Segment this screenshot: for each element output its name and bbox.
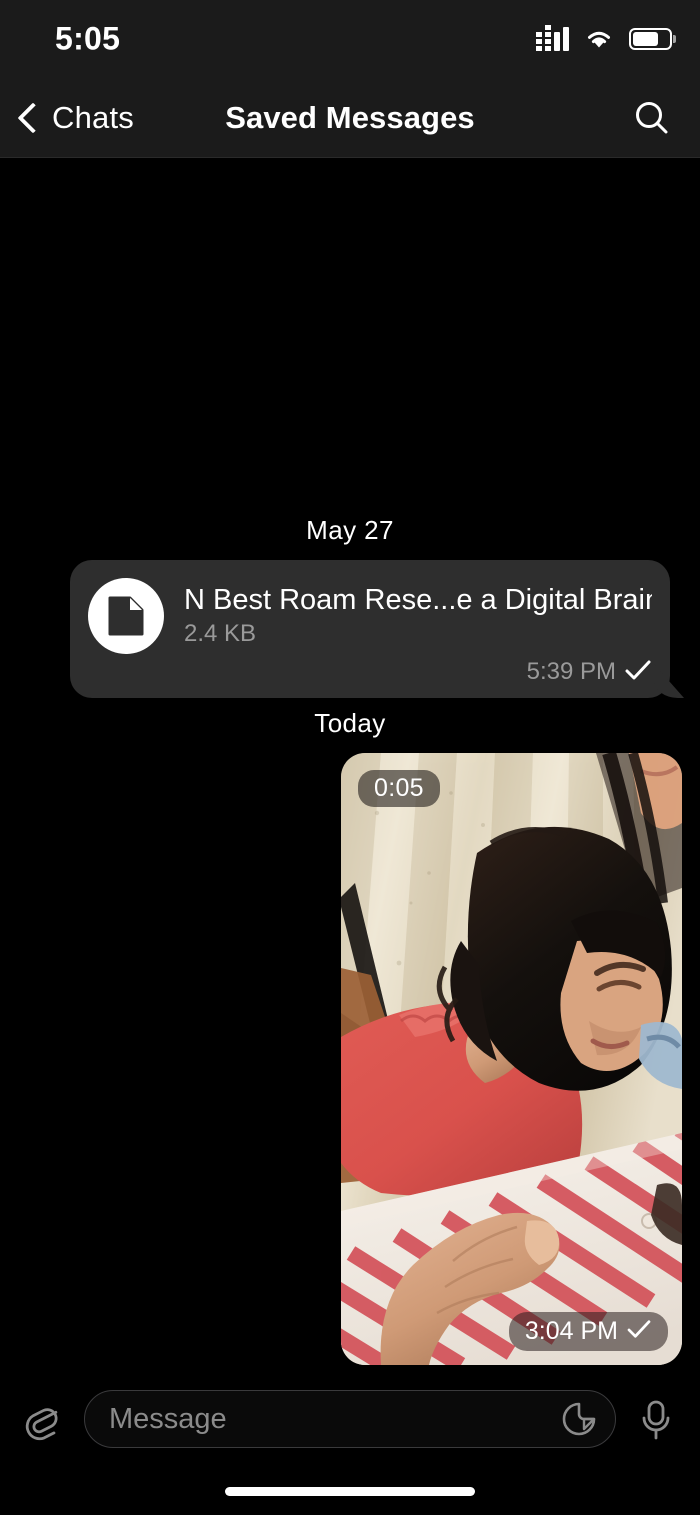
date-separator-1: May 27	[306, 515, 394, 545]
cellular-signal-icon	[536, 25, 569, 51]
status-icons	[536, 25, 672, 51]
video-duration-badge: 0:05	[358, 770, 440, 807]
video-timestamp-badge: 3:04 PM	[508, 1312, 668, 1351]
file-message-footer: 5:39 PM	[88, 658, 652, 686]
document-glyph-icon	[108, 596, 144, 636]
search-icon	[636, 101, 668, 133]
voice-message-button[interactable]	[630, 1393, 682, 1445]
home-indicator-area	[0, 1465, 700, 1515]
file-message-bubble[interactable]: N Best Roam Rese...e a Digital Brain.txt…	[70, 560, 670, 698]
search-button[interactable]	[630, 96, 674, 140]
video-thumbnail	[341, 753, 682, 1365]
battery-icon	[629, 28, 672, 50]
attach-button[interactable]	[18, 1393, 70, 1445]
video-message-bubble[interactable]: 0:05 3:04 PM	[341, 753, 682, 1365]
date-separator-2: Today	[314, 708, 386, 738]
status-bar: 5:05	[0, 0, 700, 78]
file-details: N Best Roam Rese...e a Digital Brain.txt…	[184, 584, 652, 648]
check-icon	[626, 1317, 652, 1346]
sticker-icon	[562, 1402, 596, 1436]
message-composer	[0, 1373, 700, 1465]
microphone-icon	[642, 1400, 670, 1440]
back-button[interactable]: Chats	[10, 94, 142, 142]
document-icon[interactable]	[88, 578, 164, 654]
file-size: 2.4 KB	[184, 620, 257, 648]
check-icon	[624, 659, 652, 686]
phone-screen: 5:05 Chats Saved Messages May 27 N Best …	[0, 0, 700, 1515]
chevron-left-icon	[17, 101, 49, 134]
file-name: N Best Roam Rese...e a Digital Brain.txt	[184, 583, 652, 616]
navigation-bar: Chats Saved Messages	[0, 78, 700, 158]
status-time: 5:05	[55, 20, 121, 57]
sticker-button[interactable]	[557, 1397, 601, 1441]
wifi-icon	[588, 31, 610, 48]
message-timestamp: 5:39 PM	[526, 658, 616, 685]
message-list[interactable]: May 27 N Best Roam Rese...e a Digital Br…	[0, 158, 700, 1373]
message-timestamp: 3:04 PM	[524, 1317, 618, 1345]
back-button-label: Chats	[52, 99, 134, 135]
message-input[interactable]	[109, 1402, 557, 1436]
home-indicator[interactable]	[225, 1487, 475, 1496]
message-input-wrapper[interactable]	[84, 1390, 616, 1448]
file-message-content: N Best Roam Rese...e a Digital Brain.txt…	[88, 578, 652, 654]
paperclip-icon	[25, 1408, 58, 1441]
message-row-video[interactable]: 0:05 3:04 PM	[0, 753, 700, 1365]
message-row-file[interactable]: N Best Roam Rese...e a Digital Brain.txt…	[0, 560, 700, 698]
